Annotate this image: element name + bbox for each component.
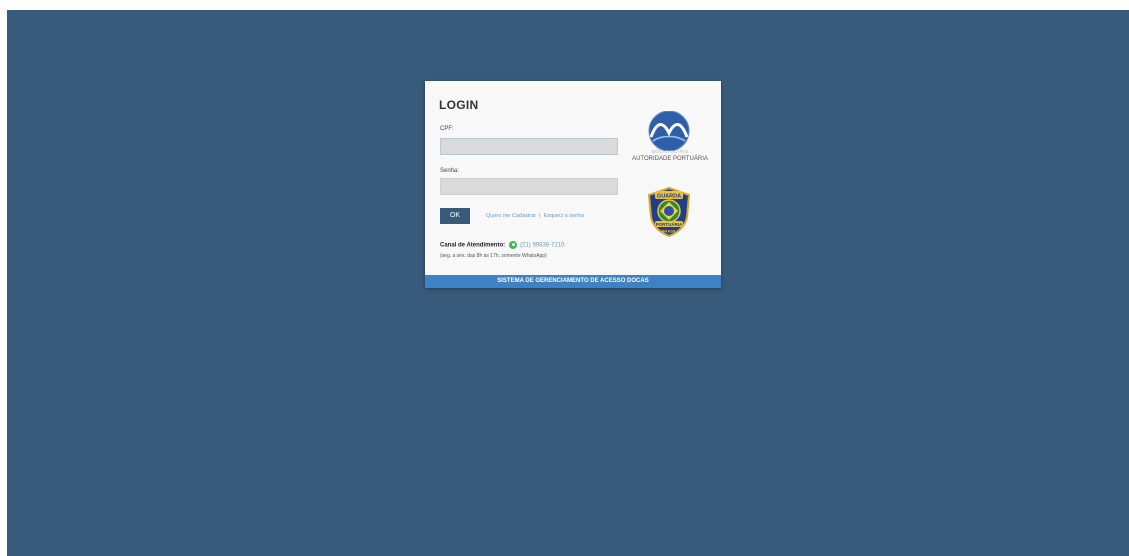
whatsapp-icon <box>509 241 518 249</box>
badge-top-text: GUARDA <box>657 194 681 200</box>
login-card: LOGIN CPF: Senha: OK Quero me Cadastrar |… <box>425 81 721 288</box>
link-separator: | <box>539 213 541 219</box>
docas-logo <box>648 111 690 151</box>
support-hours: (seg. a sex. das 8h às 17h, somente What… <box>440 253 547 259</box>
senha-input[interactable] <box>440 178 618 195</box>
guarda-portuaria-badge: GUARDA PORTUÁRIA BRASIL <box>647 187 691 237</box>
footer-banner: SISTEMA DE GERENCIAMENTO DE ACESSO DOCAS <box>425 275 721 288</box>
cpf-label: CPF: <box>440 126 454 132</box>
docas-logo-title: AUTORIDADE PORTUÁRIA <box>632 156 708 162</box>
support-phone[interactable]: (21) 99836-7210 <box>520 243 564 249</box>
login-links: Quero me Cadastrar | Esqueci a senha <box>486 213 584 219</box>
register-link[interactable]: Quero me Cadastrar <box>486 213 536 219</box>
support-channel-label: Canal de Atendimento: <box>440 242 506 249</box>
badge-country-text: BRASIL <box>662 229 677 234</box>
login-title: LOGIN <box>439 98 479 112</box>
docas-logo-subtitle: DOCAS DO RIO <box>651 149 689 154</box>
forgot-password-link[interactable]: Esqueci a senha <box>544 213 585 219</box>
ok-button[interactable]: OK <box>440 208 470 224</box>
support-channel: Canal de Atendimento: (21) 99836-7210 <box>440 241 565 249</box>
cpf-input[interactable] <box>440 138 618 155</box>
senha-label: Senha: <box>440 168 460 174</box>
badge-bottom-text: PORTUÁRIA <box>656 221 683 227</box>
